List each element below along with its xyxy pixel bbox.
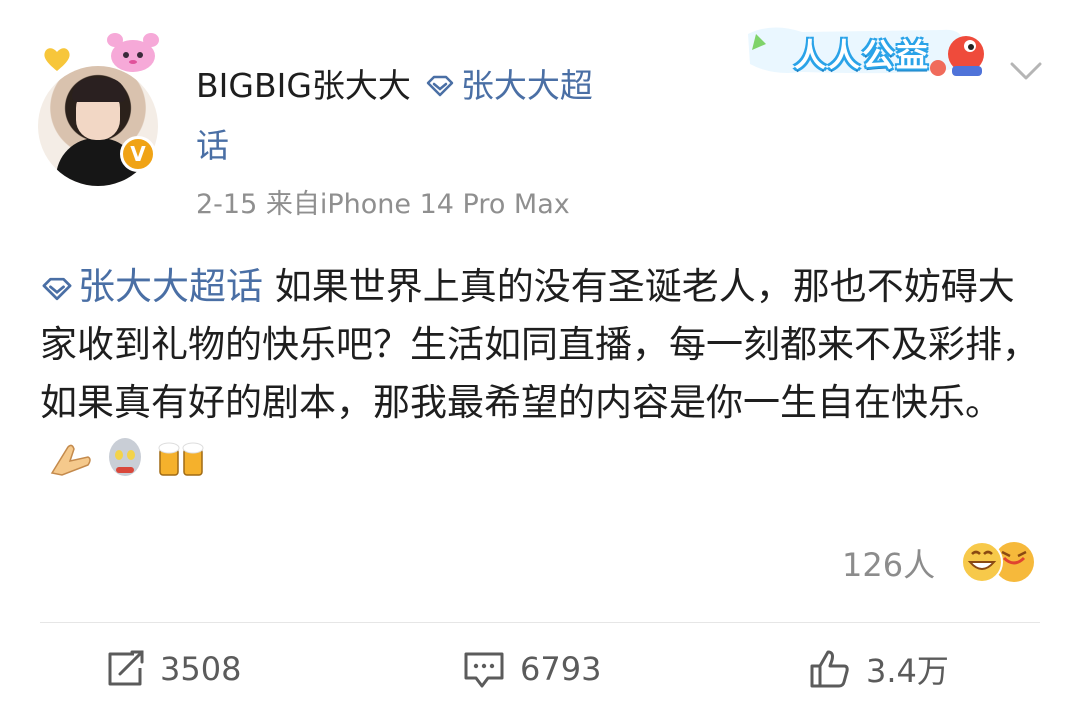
share-button[interactable]: 3508	[104, 646, 241, 692]
like-button[interactable]: 3.4万	[808, 646, 949, 692]
reaction-count[interactable]: 126人	[842, 540, 935, 586]
chevron-down-icon[interactable]	[1008, 60, 1044, 82]
reaction-emojis-icon[interactable]	[954, 538, 1044, 586]
username[interactable]: BIGBIG张大大	[196, 66, 411, 105]
topic-link[interactable]: 张大大超	[461, 66, 593, 105]
post-meta: 2-15 来自iPhone 14 Pro Max	[196, 189, 570, 220]
diamond-icon	[426, 75, 454, 96]
heart-icon	[44, 48, 70, 71]
comment-count: 6793	[520, 650, 602, 688]
share-icon	[108, 650, 144, 686]
post-header: BIGBIG张大大 张大大超	[196, 64, 593, 108]
content-topic-tag[interactable]: 张大大超话	[78, 265, 263, 308]
public-welfare-badge[interactable]: 人人公益	[742, 14, 1002, 86]
topic-link-wrap[interactable]: 话	[196, 124, 229, 168]
divider	[40, 622, 1040, 623]
pink-mascot-icon	[107, 33, 159, 72]
pray-hands-icon	[50, 444, 91, 476]
robot-hero-icon	[109, 438, 141, 476]
diamond-icon	[42, 277, 72, 300]
like-count: 3.4万	[866, 652, 949, 690]
comment-icon	[464, 652, 504, 688]
avatar-hair	[72, 78, 126, 102]
share-count: 3508	[160, 650, 242, 688]
comment-button[interactable]: 6793	[462, 646, 601, 692]
beer-cheers-icon	[158, 442, 204, 476]
thumbs-up-icon	[810, 650, 849, 688]
post-content: 张大大超话 如果世界上真的没有圣诞老人，那也不妨碍大家收到礼物的快乐吧？生活如同…	[40, 258, 1040, 490]
verified-badge: V	[120, 136, 156, 172]
badge-label: 人人公益	[794, 36, 931, 74]
